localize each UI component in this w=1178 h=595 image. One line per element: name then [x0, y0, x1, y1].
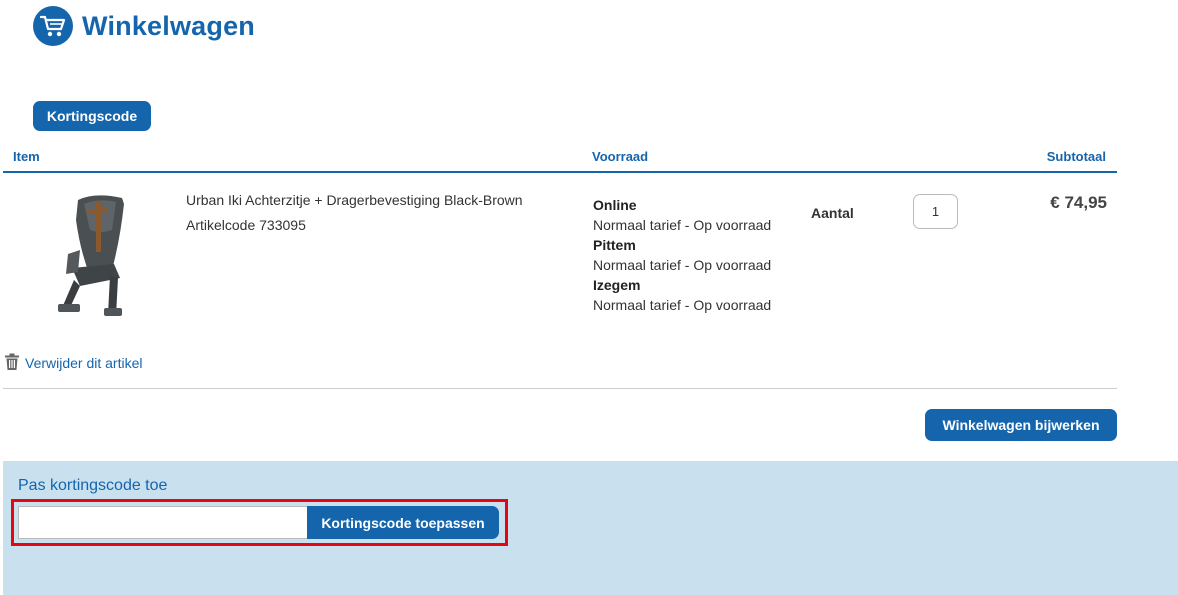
- stock-status: Normaal tarief - Op voorraad: [593, 297, 772, 313]
- trash-icon: [5, 353, 19, 373]
- product-image[interactable]: [50, 190, 140, 320]
- stock-location: Pittem: [593, 237, 636, 253]
- shopping-cart-icon: [33, 6, 73, 46]
- product-name[interactable]: Urban Iki Achterzitje + Dragerbevestigin…: [186, 192, 523, 208]
- column-header-item: Item: [13, 149, 40, 164]
- coupon-code-input[interactable]: [18, 506, 309, 539]
- coupon-panel: Pas kortingscode toe Kortingscode toepas…: [3, 461, 1178, 595]
- remove-item-link[interactable]: Verwijder dit artikel: [5, 353, 143, 373]
- remove-item-label: Verwijder dit artikel: [25, 355, 143, 371]
- product-sku: Artikelcode 733095: [186, 217, 306, 233]
- stock-status: Normaal tarief - Op voorraad: [593, 257, 772, 273]
- column-header-stock: Voorraad: [592, 149, 649, 164]
- update-cart-button[interactable]: Winkelwagen bijwerken: [925, 409, 1117, 441]
- stock-location: Online: [593, 197, 637, 213]
- quantity-label: Aantal: [811, 205, 854, 221]
- page-title: Winkelwagen: [82, 10, 255, 41]
- stock-info: Online Normaal tarief - Op voorraad Pitt…: [593, 195, 771, 315]
- quantity-input[interactable]: [913, 194, 958, 229]
- coupon-title: Pas kortingscode toe: [18, 477, 168, 494]
- page-header: Winkelwagen: [33, 6, 255, 46]
- item-subtotal: € 74,95: [1050, 193, 1107, 212]
- discount-code-button[interactable]: Kortingscode: [33, 101, 151, 131]
- cart-table-header: Item Voorraad Subtotaal: [3, 145, 1117, 173]
- divider: [3, 388, 1117, 389]
- stock-location: Izegem: [593, 277, 641, 293]
- stock-status: Normaal tarief - Op voorraad: [593, 217, 772, 233]
- apply-coupon-button[interactable]: Kortingscode toepassen: [307, 506, 499, 539]
- column-header-subtotal: Subtotaal: [1046, 149, 1106, 164]
